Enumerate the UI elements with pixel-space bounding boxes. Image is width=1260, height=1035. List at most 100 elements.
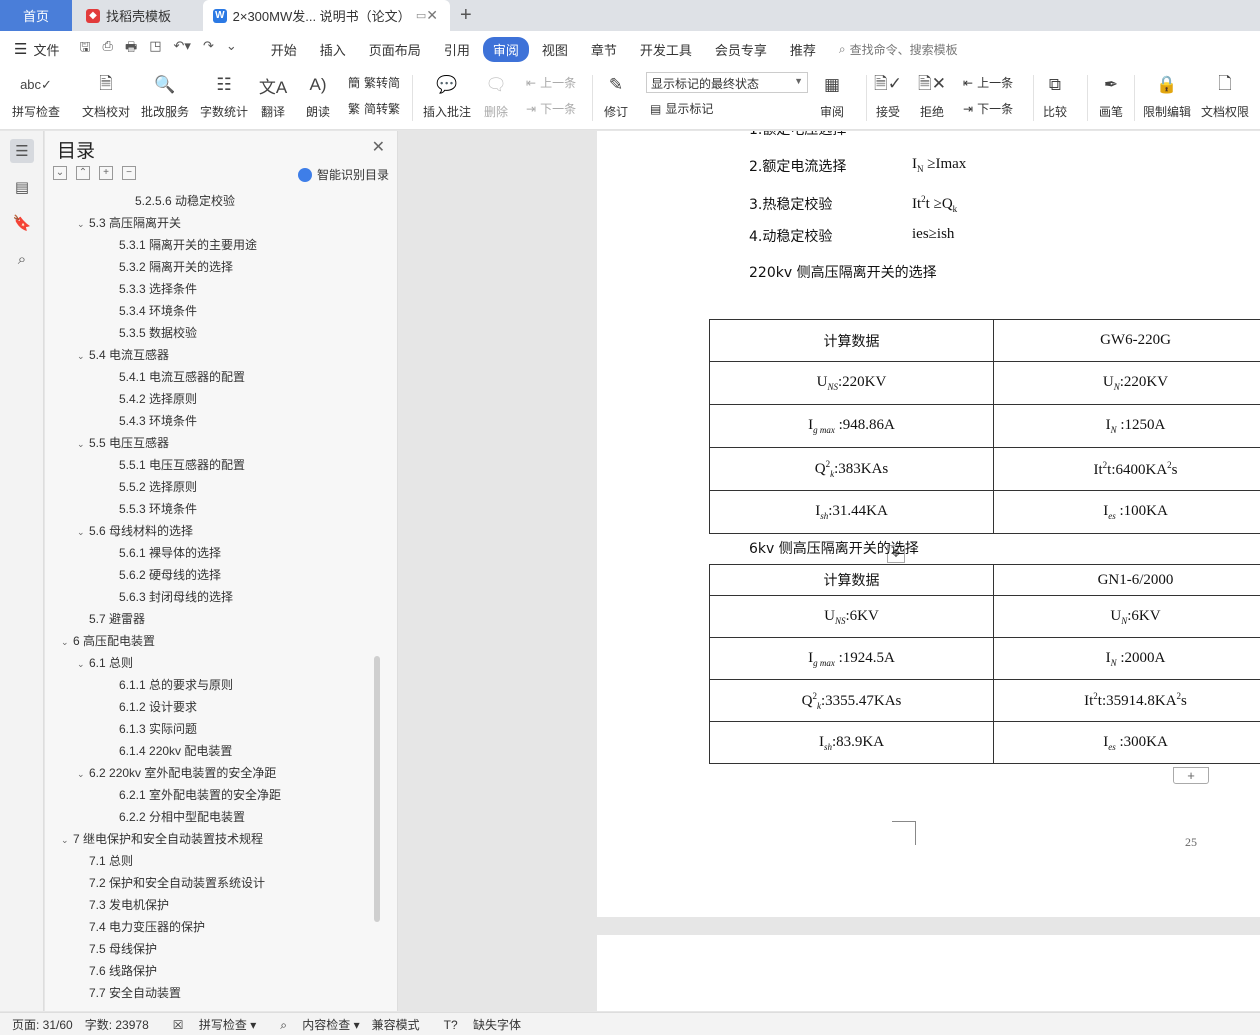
customize-icon[interactable]: ⌄ [226, 38, 237, 60]
toc-panel-icon[interactable]: ☰ [10, 139, 34, 163]
toc-item[interactable]: ⌄ 6.1 总则 [77, 653, 133, 673]
batch-service-button[interactable]: 🔍 批改服务 [141, 71, 189, 120]
next-change-button[interactable]: ⇥ 下一条 [963, 100, 1013, 117]
menu-tab[interactable]: 插入 [310, 37, 356, 62]
markup-state-select[interactable]: 显示标记的最终状态 ▼ [646, 72, 808, 93]
chevron-down-icon[interactable]: ⌄ [77, 764, 89, 784]
toc-item[interactable]: 6.2.1 室外配电装置的安全净距 [107, 785, 281, 805]
toc-item[interactable]: 5.2.5.6 动稳定校验 [123, 193, 235, 211]
find-icon[interactable]: ⌕ [10, 247, 34, 271]
menu-tab[interactable]: 视图 [532, 37, 578, 62]
spell-check-button[interactable]: abc✓ 拼写检查 [12, 71, 60, 120]
close-tab-icon[interactable]: ✕ [426, 7, 438, 24]
compare-button[interactable]: ⧉ 比较 [1041, 71, 1069, 120]
toc-item[interactable]: ⌄ 7 继电保护和安全自动装置技术规程 [61, 829, 263, 849]
translate-button[interactable]: 文A 翻译 [259, 71, 287, 120]
toc-item[interactable]: 5.3.3 选择条件 [107, 279, 197, 299]
menu-tab[interactable]: 引用 [434, 37, 480, 62]
toc-item[interactable]: 5.6.3 封闭母线的选择 [107, 587, 233, 607]
spell-check-status[interactable]: ☒ 拼写检查 ▾ [161, 1016, 256, 1033]
prev-comment-button[interactable]: ⇤ 上一条 [526, 74, 576, 91]
chapter-panel-icon[interactable]: ▤ [10, 175, 34, 199]
menu-tab[interactable]: 审阅 [482, 36, 529, 62]
chevron-down-icon[interactable]: ⌄ [77, 434, 89, 454]
chevron-down-icon[interactable]: ⌄ [77, 522, 89, 542]
reject-button[interactable]: 🗎✕ 拒绝 [918, 71, 946, 120]
new-tab-button[interactable]: + [460, 4, 472, 26]
toc-item[interactable]: 7.2 保护和安全自动装置系统设计 [77, 873, 265, 893]
menu-tab[interactable]: 章节 [581, 37, 627, 62]
doc-permission-button[interactable]: 🗋 文档权限 [1201, 71, 1249, 120]
word-count-button[interactable]: ☷ 字数统计 [200, 71, 248, 120]
add-heading-icon[interactable]: + [99, 166, 113, 180]
toc-item[interactable]: 6.1.1 总的要求与原则 [107, 675, 233, 695]
print-icon[interactable]: 🖶 [125, 38, 137, 60]
doc-proof-button[interactable]: 🗎 文档校对 [82, 71, 130, 120]
collapse-all-icon[interactable]: ⌃ [76, 166, 90, 180]
toc-item[interactable]: 6.1.4 220kv 配电装置 [107, 741, 232, 761]
toc-item[interactable]: 5.3.2 隔离开关的选择 [107, 257, 233, 277]
toc-item[interactable]: 6.1.3 实际问题 [107, 719, 197, 739]
insert-comment-button[interactable]: 💬 插入批注 [423, 71, 471, 120]
toc-item[interactable]: 5.5.1 电压互感器的配置 [107, 455, 245, 475]
menu-tab[interactable]: 开始 [261, 37, 307, 62]
accept-button[interactable]: 🗎✓ 接受 [874, 71, 902, 120]
toc-item[interactable]: 5.3.5 数据校验 [107, 323, 197, 343]
toc-item[interactable]: ⌄ 6 高压配电装置 [61, 631, 155, 651]
next-comment-button[interactable]: ⇥ 下一条 [526, 100, 576, 117]
menu-tab[interactable]: 推荐 [780, 37, 826, 62]
tab-document[interactable]: W 2×300MW发... 说明书（论文） ▭ ✕ [203, 0, 450, 31]
toc-item[interactable]: ⌄ 6.2 220kv 室外配电装置的安全净距 [77, 763, 276, 783]
missing-font-status[interactable]: T? 缺失字体 [432, 1016, 521, 1033]
toc-item[interactable]: 5.3.1 隔离开关的主要用途 [107, 235, 257, 255]
tab-home[interactable]: 首页 [0, 0, 72, 31]
prev-change-button[interactable]: ⇤ 上一条 [963, 74, 1013, 91]
toc-item[interactable]: 5.3.4 环境条件 [107, 301, 197, 321]
read-aloud-button[interactable]: A) 朗读 [304, 71, 332, 120]
menu-tab[interactable]: 会员专享 [705, 37, 777, 62]
toc-item[interactable]: 5.6.1 裸导体的选择 [107, 543, 221, 563]
delete-comment-button[interactable]: 🗨 删除 [482, 71, 510, 120]
toc-item[interactable]: 5.6.2 硬母线的选择 [107, 565, 221, 585]
toc-scrollbar[interactable] [374, 656, 380, 922]
toc-item[interactable]: ⌄ 5.6 母线材料的选择 [77, 521, 193, 541]
track-changes-button[interactable]: ✎ 修订 [602, 71, 630, 120]
page-indicator[interactable]: 页面: 31/60 [12, 1016, 73, 1033]
toc-item[interactable]: ⌄ 5.4 电流互感器 [77, 345, 169, 365]
remove-heading-icon[interactable]: − [122, 166, 136, 180]
pin-icon[interactable]: ▭ [416, 9, 426, 22]
toc-item[interactable]: 5.5.3 环境条件 [107, 499, 197, 519]
redo-icon[interactable]: ↷ [203, 38, 214, 60]
toc-item[interactable]: 5.7 避雷器 [77, 609, 145, 629]
add-row-button[interactable]: + [1173, 767, 1209, 784]
pen-button[interactable]: ✒ 画笔 [1097, 71, 1125, 120]
close-icon[interactable]: ✕ [372, 137, 385, 157]
bookmark-icon[interactable]: 🔖 [10, 211, 34, 235]
toc-item[interactable]: 7.1 总则 [77, 851, 133, 871]
toc-item[interactable]: 6.2.2 分相中型配电装置 [107, 807, 245, 827]
toc-item[interactable]: ⌄ 5.5 电压互感器 [77, 433, 169, 453]
toc-item[interactable]: 7.6 线路保护 [77, 961, 157, 981]
menu-tab[interactable]: 开发工具 [630, 37, 702, 62]
toc-item[interactable]: 7.7 安全自动装置 [77, 983, 181, 1003]
trad-to-simp-button[interactable]: 簡繁转简 [348, 74, 400, 91]
chevron-down-icon[interactable]: ⌄ [77, 214, 89, 234]
toc-item[interactable]: 5.4.3 环境条件 [107, 411, 197, 431]
restrict-edit-button[interactable]: 🔒 限制编辑 [1143, 71, 1191, 120]
file-menu[interactable]: ☰ 文件 [14, 40, 59, 59]
word-count-status[interactable]: 字数: 23978 [85, 1016, 149, 1033]
chevron-down-icon[interactable]: ⌄ [77, 654, 89, 674]
toc-item[interactable]: ⌄ 5.3 高压隔离开关 [77, 213, 181, 233]
chevron-down-icon[interactable]: ⌄ [61, 830, 73, 850]
undo-icon[interactable]: ↶▾ [174, 38, 191, 60]
toc-item[interactable]: 5.5.2 选择原则 [107, 477, 197, 497]
expand-all-icon[interactable]: ⌄ [53, 166, 67, 180]
chevron-down-icon[interactable]: ⌄ [61, 632, 73, 652]
print-preview-icon[interactable]: ◳ [149, 38, 161, 60]
content-check-status[interactable]: ⌕ 内容检查 ▾ [268, 1016, 359, 1033]
review-pane-button[interactable]: ▦ 审阅 [818, 71, 846, 120]
toc-item[interactable]: 7.5 母线保护 [77, 939, 157, 959]
chevron-down-icon[interactable]: ⌄ [77, 346, 89, 366]
save-icon[interactable]: 🖫 [79, 38, 90, 60]
export-pdf-icon[interactable]: ⎙ [103, 38, 113, 60]
